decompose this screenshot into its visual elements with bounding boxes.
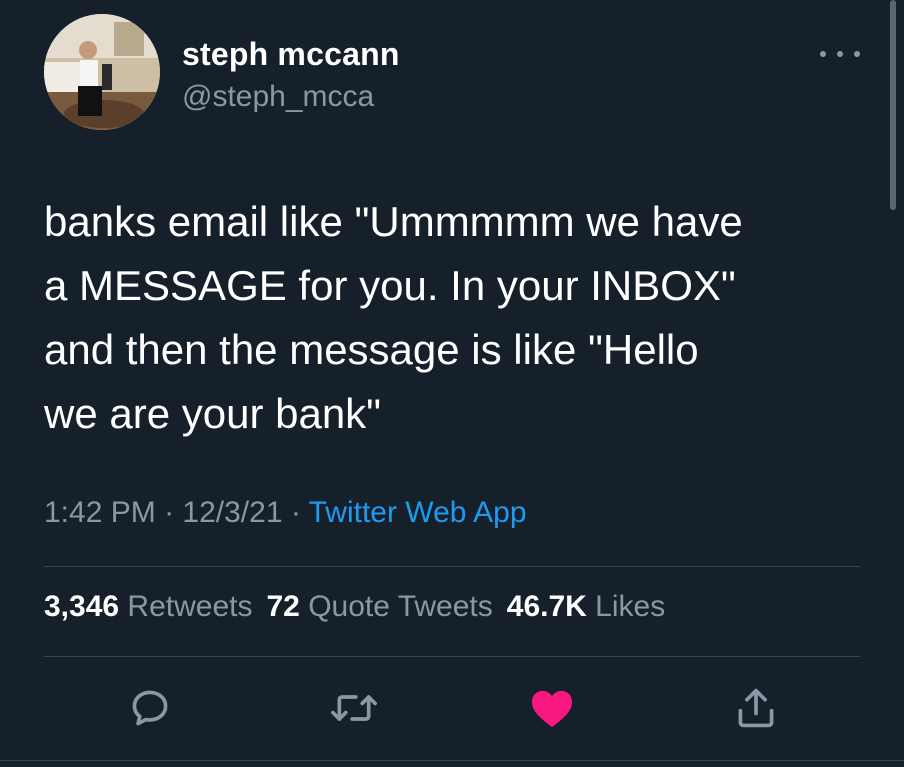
more-options-icon[interactable] xyxy=(820,44,860,64)
tweet-metadata: 1:42 PM · 12/3/21 · Twitter Web App xyxy=(44,496,527,530)
dot xyxy=(854,51,860,57)
like-button[interactable] xyxy=(524,680,580,736)
avatar-photo xyxy=(44,14,160,130)
quote-tweets-stat[interactable]: 72 Quote Tweets xyxy=(266,590,492,623)
divider xyxy=(44,656,860,657)
tweet-stats: 3,346 Retweets 72 Quote Tweets 46.7K Likes xyxy=(44,590,679,624)
scrollbar[interactable] xyxy=(890,0,896,210)
share-button[interactable] xyxy=(728,680,784,736)
tweet-text: banks email like "Ummmmm we have a MESSA… xyxy=(44,198,743,437)
tweet-source-link[interactable]: Twitter Web App xyxy=(309,496,527,529)
retweets-stat[interactable]: 3,346 Retweets xyxy=(44,590,252,623)
likes-count: 46.7K xyxy=(506,590,587,623)
dot xyxy=(837,51,843,57)
reply-icon xyxy=(132,690,168,726)
retweet-icon xyxy=(331,695,377,721)
dot xyxy=(820,51,826,57)
heart-icon xyxy=(531,690,573,728)
likes-stat[interactable]: 46.7K Likes xyxy=(507,590,665,623)
separator: · xyxy=(282,496,309,529)
display-name[interactable]: steph mccann xyxy=(182,36,400,73)
tweet-time[interactable]: 1:42 PM xyxy=(44,496,156,529)
reply-button[interactable] xyxy=(122,680,178,736)
likes-label: Likes xyxy=(595,590,666,623)
tweet-date[interactable]: 12/3/21 xyxy=(182,496,282,529)
quote-tweets-count: 72 xyxy=(266,590,300,623)
separator: · xyxy=(155,496,183,529)
tweet-actions xyxy=(0,680,904,740)
divider xyxy=(0,760,904,761)
retweets-count: 3,346 xyxy=(44,590,120,623)
quote-tweets-label: Quote Tweets xyxy=(308,590,493,623)
share-icon xyxy=(738,688,774,728)
user-handle[interactable]: @steph_mcca xyxy=(182,80,374,114)
retweets-label: Retweets xyxy=(127,590,253,623)
retweet-button[interactable] xyxy=(326,680,382,736)
tweet-header: steph mccann @steph_mcca xyxy=(44,14,864,136)
divider xyxy=(44,566,860,567)
avatar[interactable] xyxy=(44,14,160,130)
